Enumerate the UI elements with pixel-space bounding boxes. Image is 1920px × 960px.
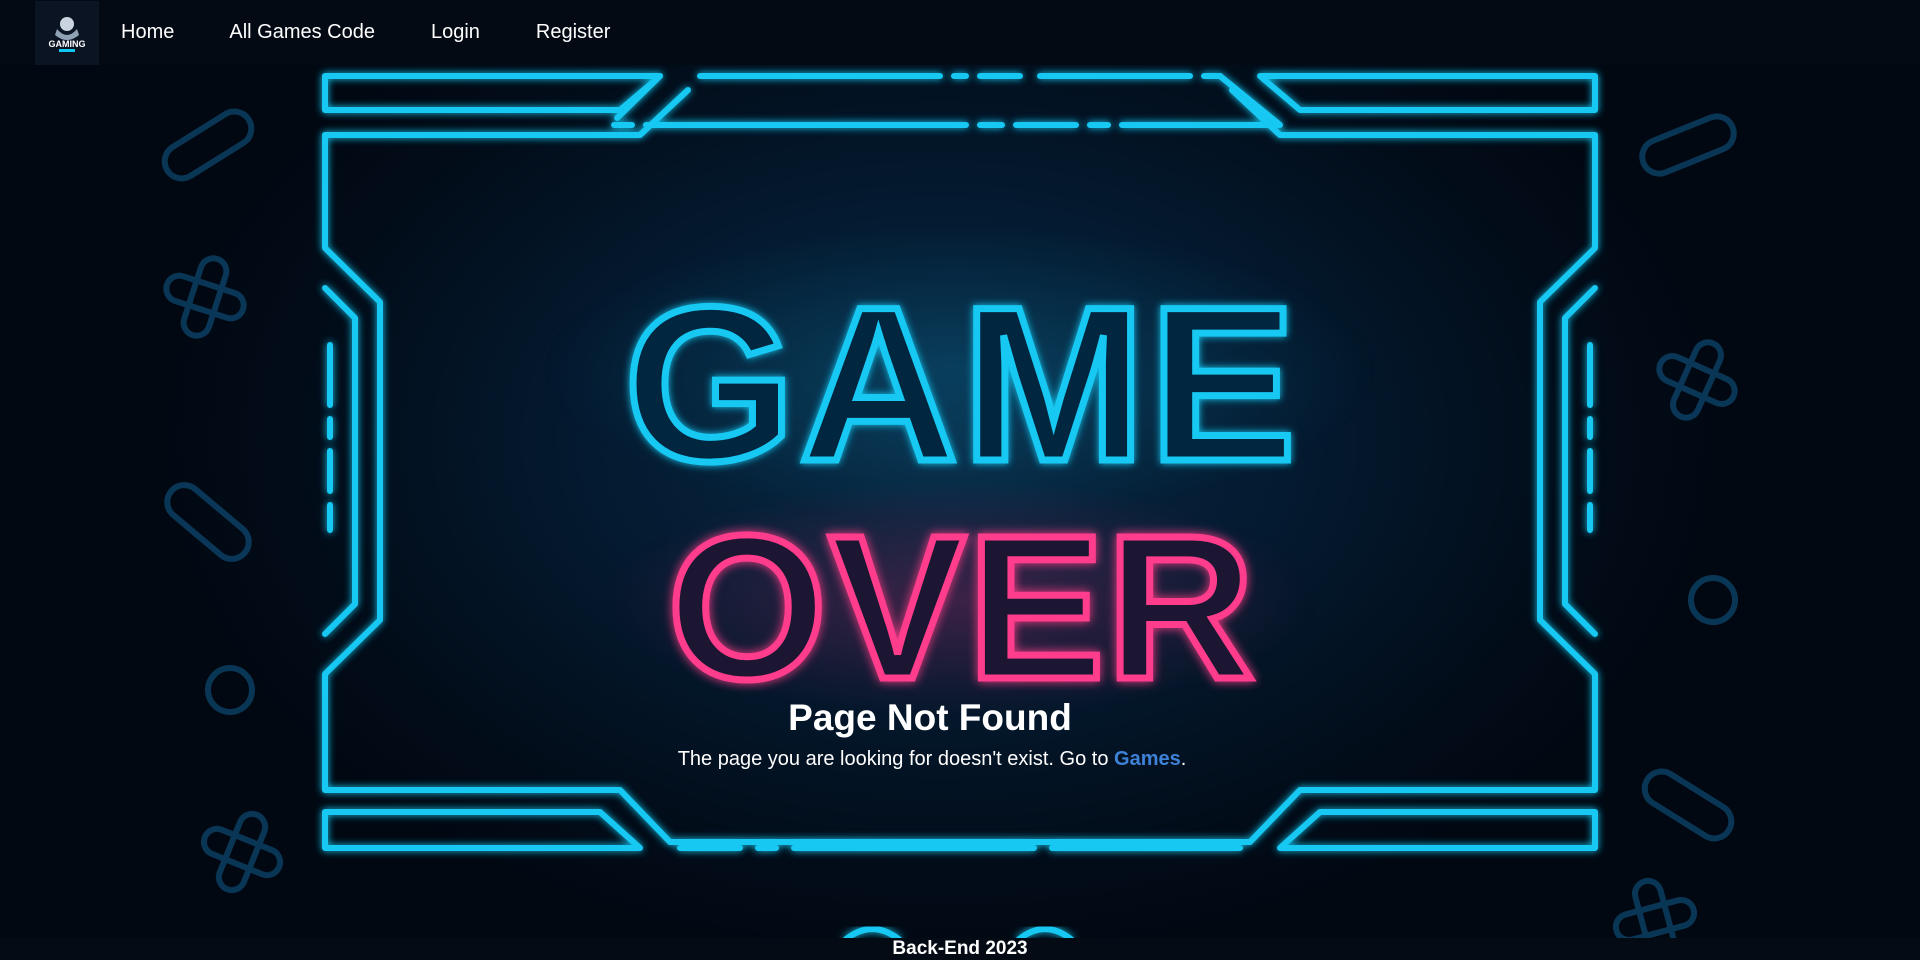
- frame-top-left-rail: [322, 73, 663, 113]
- message-text-after: .: [1180, 748, 1187, 770]
- game-title-text: GAME: [624, 261, 1300, 507]
- message-text-before: The page you are looking for doesn't exi…: [677, 748, 1115, 770]
- hero-artwork: GAME OVER: [161, 73, 1738, 940]
- cross-shape-icon: [163, 255, 247, 339]
- games-link[interactable]: Games: [1114, 748, 1181, 770]
- svg-text:GAMING: GAMING: [49, 39, 86, 49]
- page-not-found-title: Page Not Found: [788, 697, 1072, 738]
- page-not-found-text: The page you are looking for doesn't exi…: [0, 748, 1864, 771]
- over-title-text: OVER: [668, 493, 1257, 722]
- pill-shape-icon: [164, 482, 252, 562]
- circle-shape-icon: [1688, 575, 1738, 625]
- pill-shape-icon: [161, 108, 255, 182]
- cross-shape-icon: [1612, 877, 1698, 940]
- nav-register-link[interactable]: Register: [536, 21, 610, 44]
- cross-shape-icon: [200, 810, 284, 894]
- frame-bottom-left-rail: [322, 809, 643, 851]
- pill-shape-icon: [1639, 113, 1737, 177]
- frame-top-inner-rail: [607, 73, 1283, 128]
- page: GAMING Home All Games Code Login Registe…: [0, 0, 1920, 960]
- gaming-logo-icon: GAMING: [49, 16, 86, 52]
- navbar: GAMING Home All Games Code Login Registe…: [0, 0, 1920, 65]
- logo[interactable]: GAMING: [35, 0, 99, 65]
- pill-shape-icon: [1641, 768, 1735, 842]
- nav-all-games-code-link[interactable]: All Games Code: [229, 21, 375, 44]
- cross-shape-icon: [1656, 339, 1738, 421]
- game-over-hero: GAME OVER: [0, 65, 1920, 940]
- frame-top-right-rail: [1257, 73, 1598, 113]
- nav-home-link[interactable]: Home: [121, 21, 174, 44]
- nav-login-link[interactable]: Login: [431, 21, 480, 44]
- footer: Back-End 2023: [0, 938, 1920, 960]
- frame-bottom-right-rail: [1277, 809, 1598, 851]
